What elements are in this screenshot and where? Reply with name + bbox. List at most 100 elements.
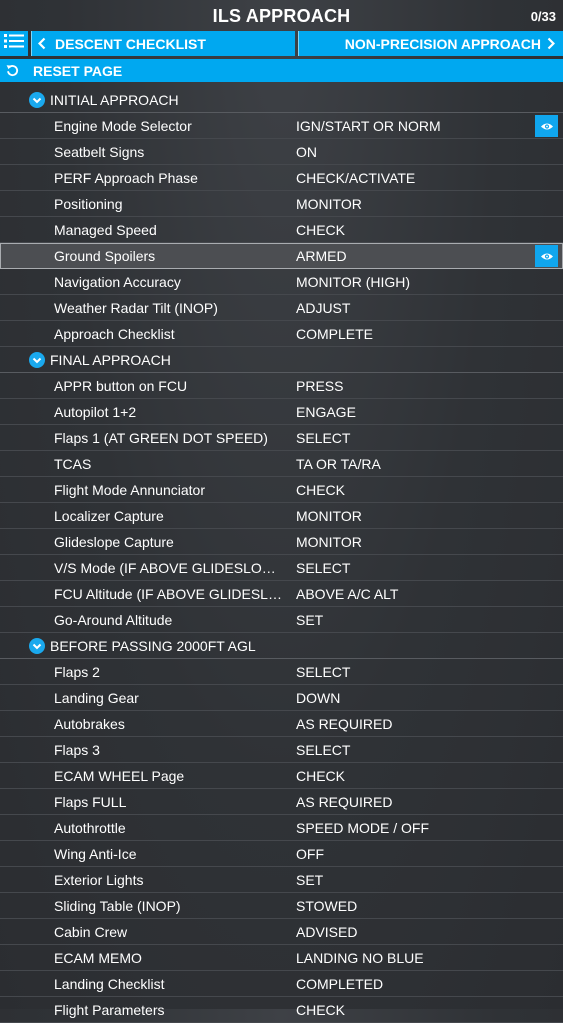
checklist-item[interactable]: PERF Approach Phase CHECK/ACTIVATE	[0, 165, 563, 191]
checklist-item-name: Autothrottle	[54, 820, 126, 836]
checklist-item-name: Glideslope Capture	[54, 534, 174, 550]
checklist-item-value: COMPLETED	[296, 976, 384, 992]
reset-page-button[interactable]: RESET PAGE	[0, 59, 563, 82]
checklist-item[interactable]: Landing Gear DOWN	[0, 685, 563, 711]
checklist-item-value: STOWED	[296, 898, 358, 914]
checklist-item-name: FCU Altitude (IF ABOVE GLIDESLOP…	[54, 586, 284, 602]
checklist-item[interactable]: Flight Parameters CHECK	[0, 997, 563, 1023]
checklist-item-name: Seatbelt Signs	[54, 144, 145, 160]
title-bar: ILS APPROACH 0/33	[0, 0, 563, 33]
checklist-item-name: TCAS	[54, 456, 92, 472]
checklist-item-value: MONITOR	[296, 508, 362, 524]
section-header[interactable]: BEFORE PASSING 2000FT AGL	[0, 633, 563, 659]
section-header[interactable]: INITIAL APPROACH	[0, 87, 563, 113]
checklist-item-value: SET	[296, 612, 324, 628]
checklist-item[interactable]: Localizer Capture MONITOR	[0, 503, 563, 529]
checklist-item-name: V/S Mode (IF ABOVE GLIDESLOPE)	[54, 560, 284, 576]
checklist-item-value: CHECK/ACTIVATE	[296, 170, 416, 186]
checklist-item[interactable]: Autopilot 1+2 ENGAGE	[0, 399, 563, 425]
checklist-item-name: Flight Mode Annunciator	[54, 482, 205, 498]
checklist-item[interactable]: Cabin Crew ADVISED	[0, 919, 563, 945]
checklist-item-value: ADJUST	[296, 300, 351, 316]
collapse-chevron-icon[interactable]	[29, 638, 45, 654]
checklist-item-value: CHECK	[296, 768, 346, 784]
checklist-item[interactable]: Wing Anti-Ice OFF	[0, 841, 563, 867]
section-header[interactable]: FINAL APPROACH	[0, 347, 563, 373]
checklist-item-name: Sliding Table (INOP)	[54, 898, 181, 914]
checklist-item[interactable]: ECAM MEMO LANDING NO BLUE	[0, 945, 563, 971]
checklist-item[interactable]: Flight Mode Annunciator CHECK	[0, 477, 563, 503]
checklist-item-value: OFF	[296, 846, 324, 862]
checklist-item[interactable]: Weather Radar Tilt (INOP) ADJUST	[0, 295, 563, 321]
checklist-item-value: MONITOR	[296, 196, 362, 212]
checklist-item[interactable]: TCAS TA OR TA/RA	[0, 451, 563, 477]
checklist-item[interactable]: Autobrakes AS REQUIRED	[0, 711, 563, 737]
checklist-item-value: ABOVE A/C ALT	[296, 586, 399, 602]
checklist-item-name: Managed Speed	[54, 222, 157, 238]
checklist-item-name: Autopilot 1+2	[54, 404, 137, 420]
checklist-item[interactable]: APPR button on FCU PRESS	[0, 373, 563, 399]
collapse-chevron-icon[interactable]	[29, 352, 45, 368]
checklist-item-name: Engine Mode Selector	[54, 118, 192, 134]
checklist-item-name: Go-Around Altitude	[54, 612, 173, 628]
checklist-item[interactable]: Approach Checklist COMPLETE	[0, 321, 563, 347]
checklist-item[interactable]: Exterior Lights SET	[0, 867, 563, 893]
checklist-item-value: SET	[296, 872, 324, 888]
checklist-item-name: Approach Checklist	[54, 326, 175, 342]
checklist-item[interactable]: Engine Mode Selector IGN/START OR NORM	[0, 113, 563, 139]
checklist-item[interactable]: ECAM WHEEL Page CHECK	[0, 763, 563, 789]
checklist-item-name: Ground Spoilers	[54, 248, 156, 264]
checklist-item[interactable]: Autothrottle SPEED MODE / OFF	[0, 815, 563, 841]
eye-icon[interactable]	[535, 245, 558, 267]
checklist-item-value: AS REQUIRED	[296, 716, 393, 732]
checklist-item[interactable]: Go-Around Altitude SET	[0, 607, 563, 633]
checklist-item-name: Flaps 2	[54, 664, 100, 680]
checklist-item-name: Flaps 1 (AT GREEN DOT SPEED)	[54, 430, 268, 446]
checklist-item-value: LANDING NO BLUE	[296, 950, 424, 966]
checklist-item[interactable]: Flaps 1 (AT GREEN DOT SPEED) SELECT	[0, 425, 563, 451]
checklist-item[interactable]: Landing Checklist COMPLETED	[0, 971, 563, 997]
checklist-item-name: Flight Parameters	[54, 1002, 165, 1018]
checklist-item[interactable]: Sliding Table (INOP) STOWED	[0, 893, 563, 919]
checklist-item-value: IGN/START OR NORM	[296, 118, 441, 134]
checklist-item[interactable]: Ground Spoilers ARMED	[0, 243, 563, 269]
checklist-item[interactable]: Flaps 2 SELECT	[0, 659, 563, 685]
checklist-item-name: ECAM MEMO	[54, 950, 142, 966]
checklist-item-value: SELECT	[296, 742, 351, 758]
checklist-item[interactable]: Seatbelt Signs ON	[0, 139, 563, 165]
checklist-item-name: Positioning	[54, 196, 123, 212]
checklist-item[interactable]: V/S Mode (IF ABOVE GLIDESLOPE) SELECT	[0, 555, 563, 581]
checklist-item[interactable]: Managed Speed CHECK	[0, 217, 563, 243]
checklist-item[interactable]: Positioning MONITOR	[0, 191, 563, 217]
checklist-nav-bar: DESCENT CHECKLIST NON-PRECISION APPROACH	[0, 31, 563, 56]
collapse-chevron-icon[interactable]	[29, 92, 45, 108]
checklist-item-name: Navigation Accuracy	[54, 274, 181, 290]
chevron-right-icon	[547, 37, 556, 55]
checklist-item-name: Exterior Lights	[54, 872, 144, 888]
checklist-item-value: CHECK	[296, 1002, 346, 1018]
checklist-item-name: Autobrakes	[54, 716, 125, 732]
reset-icon	[6, 64, 19, 82]
checklist-item-value: MONITOR	[296, 534, 362, 550]
checklist-item-name: Flaps FULL	[54, 794, 127, 810]
checklist-item-value: SPEED MODE / OFF	[296, 820, 430, 836]
checklist-item[interactable]: Glideslope Capture MONITOR	[0, 529, 563, 555]
checklist-item[interactable]: Flaps 3 SELECT	[0, 737, 563, 763]
checklist: INITIAL APPROACH Engine Mode Selector IGN/…	[0, 87, 563, 1023]
section-title: BEFORE PASSING 2000FT AGL	[50, 638, 256, 654]
previous-checklist-button[interactable]: DESCENT CHECKLIST	[31, 31, 295, 56]
checklist-item-value: ARMED	[296, 248, 347, 264]
checklist-item-value: SELECT	[296, 560, 351, 576]
checklist-item[interactable]: Navigation Accuracy MONITOR (HIGH)	[0, 269, 563, 295]
chevron-left-icon	[37, 37, 46, 55]
checklist-item[interactable]: Flaps FULL AS REQUIRED	[0, 789, 563, 815]
checklist-item-value: TA OR TA/RA	[296, 456, 381, 472]
checklist-item[interactable]: FCU Altitude (IF ABOVE GLIDESLOP… ABOVE A…	[0, 581, 563, 607]
section-title: FINAL APPROACH	[50, 352, 171, 368]
eye-icon[interactable]	[535, 115, 558, 137]
next-checklist-button[interactable]: NON-PRECISION APPROACH	[298, 31, 563, 56]
checklist-menu-button[interactable]	[0, 31, 28, 56]
reset-page-label: RESET PAGE	[33, 63, 123, 79]
checklist-item-value: CHECK	[296, 222, 346, 238]
page-title: ILS APPROACH	[212, 6, 351, 26]
